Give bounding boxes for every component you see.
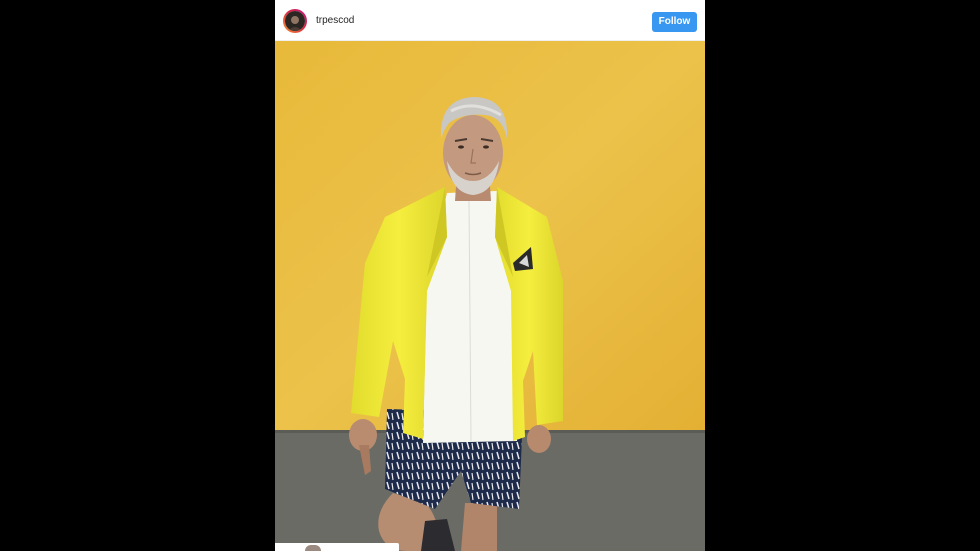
avatar[interactable]	[285, 11, 305, 31]
post-photo-image	[275, 41, 705, 551]
profile-avatar-icon	[285, 11, 305, 31]
next-post-preview[interactable]	[275, 543, 399, 551]
avatar-ring[interactable]	[283, 9, 307, 33]
post-header: trpescod Follow	[275, 0, 705, 41]
next-post-avatar-icon	[305, 545, 321, 551]
instagram-post: trpescod Follow	[275, 0, 705, 551]
viewport: trpescod Follow	[0, 0, 980, 551]
username-link[interactable]: trpescod	[316, 14, 354, 28]
follow-button[interactable]: Follow	[652, 12, 697, 32]
post-photo[interactable]	[275, 41, 705, 551]
